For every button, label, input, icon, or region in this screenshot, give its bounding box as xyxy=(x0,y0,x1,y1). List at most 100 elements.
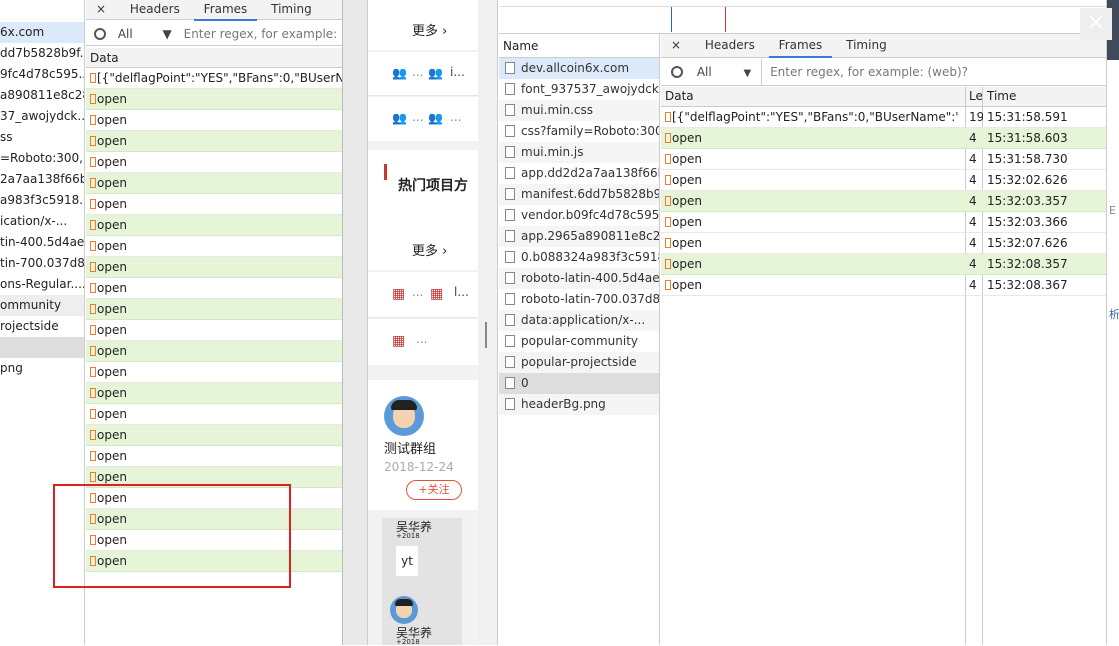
network-request-item[interactable]: roboto-latin-400.5d4ae... xyxy=(499,268,659,289)
frame-row[interactable]: open 4 15:32:03.366 xyxy=(661,212,1106,233)
left-frame-row[interactable]: open xyxy=(86,383,342,404)
close-button[interactable]: × xyxy=(1080,8,1112,40)
left-file-item[interactable]: 2a7aa138f66b... xyxy=(0,169,84,190)
network-request-item[interactable]: data:application/x-... xyxy=(499,310,659,331)
left-frame-row[interactable]: open xyxy=(86,404,342,425)
yt-tile[interactable]: yt xyxy=(396,546,418,576)
filter-all[interactable]: All xyxy=(697,65,712,79)
left-tab-headers[interactable]: Headers xyxy=(120,0,190,19)
tab-timing[interactable]: Timing xyxy=(836,34,897,57)
network-request-item[interactable]: app.2965a890811e8c28... xyxy=(499,226,659,247)
network-request-item[interactable]: popular-projectside xyxy=(499,352,659,373)
network-request-item[interactable]: font_937537_awojydck... xyxy=(499,79,659,100)
left-filter-all[interactable]: All xyxy=(118,27,133,41)
left-file-item[interactable]: ommunity xyxy=(0,295,84,316)
frame-row[interactable]: open 4 15:32:07.626 xyxy=(661,233,1106,254)
filter-regex-input[interactable]: Enter regex, for example: (web)?socket xyxy=(761,59,967,86)
network-request-item[interactable]: 0.b088324a983f3c5918... xyxy=(499,247,659,268)
grid-icon: ▦ xyxy=(392,333,406,349)
frame-direction-icon xyxy=(665,112,671,122)
frame-direction-icon xyxy=(90,178,96,188)
frame-row[interactable]: open 4 15:32:02.626 xyxy=(661,170,1106,191)
more-link-2[interactable]: 更多 › xyxy=(412,240,447,259)
left-frame-row[interactable]: open xyxy=(86,362,342,383)
panel-divider[interactable] xyxy=(342,0,368,645)
left-file-item[interactable]: dd7b5828b9f... xyxy=(0,43,84,64)
dropdown-arrow-icon[interactable]: ▼ xyxy=(744,68,752,79)
left-frame-row[interactable]: open xyxy=(86,299,342,320)
tab-frames[interactable]: Frames xyxy=(768,35,833,58)
left-frame-row[interactable]: [{"delflagPoint":"YES","BFans":0,"BUserN… xyxy=(86,68,342,89)
frame-row[interactable]: open 4 15:32:03.357 xyxy=(661,191,1106,212)
follow-button[interactable]: +关注 xyxy=(406,480,462,500)
network-request-item[interactable]: manifest.6dd7b5828b9f... xyxy=(499,184,659,205)
close-tab-button[interactable]: × xyxy=(661,34,691,57)
left-file-item[interactable]: tin-400.5d4ae... xyxy=(0,232,84,253)
frame-direction-icon xyxy=(90,241,96,251)
frame-row[interactable]: open 4 15:31:58.603 xyxy=(661,128,1106,149)
left-frame-row[interactable]: open xyxy=(86,425,342,446)
resize-handle[interactable] xyxy=(478,0,498,645)
more-link-1[interactable]: 更多 › xyxy=(412,20,447,39)
left-tab-timing[interactable]: Timing xyxy=(261,0,322,19)
left-file-item[interactable]: rojectside xyxy=(0,316,84,337)
left-frame-row[interactable]: open xyxy=(86,341,342,362)
network-request-item[interactable]: css?family=Roboto:300,... xyxy=(499,121,659,142)
left-close-tab-button[interactable]: × xyxy=(86,0,116,19)
left-file-item[interactable]: a890811e8c28... xyxy=(0,85,84,106)
project-row-1[interactable]: ▦ ... ▦ l... xyxy=(368,272,478,318)
left-file-item[interactable]: tin-700.037d8... xyxy=(0,253,84,274)
col-length-header[interactable]: Le xyxy=(969,87,983,106)
item-row-1[interactable]: 👥 ... 👥 i... xyxy=(368,52,478,96)
network-request-item[interactable]: mui.min.css xyxy=(499,100,659,121)
left-file-item[interactable] xyxy=(0,337,84,358)
left-frame-row[interactable]: open xyxy=(86,152,342,173)
frame-row[interactable]: [{"delflagPoint":"YES","BFans":0,"BUserN… xyxy=(661,107,1106,128)
request-name: mui.min.js xyxy=(521,145,584,159)
network-request-item[interactable]: vendor.b09fc4d78c595... xyxy=(499,205,659,226)
left-tab-frames[interactable]: Frames xyxy=(193,0,258,21)
left-frame-row[interactable]: open xyxy=(86,446,342,467)
left-frame-row[interactable]: open xyxy=(86,215,342,236)
tab-headers[interactable]: Headers xyxy=(695,34,765,57)
block-icon[interactable] xyxy=(671,66,683,78)
group-card[interactable]: 测试群组 2018-12-24 +关注 xyxy=(368,380,478,510)
left-file-item[interactable]: 37_awojydck... xyxy=(0,106,84,127)
left-file-item[interactable]: ss xyxy=(0,127,84,148)
network-request-item[interactable]: roboto-latin-700.037d8... xyxy=(499,289,659,310)
left-frame-row[interactable]: open xyxy=(86,320,342,341)
name-column-header: Name xyxy=(499,34,659,58)
network-request-item[interactable]: mui.min.js xyxy=(499,142,659,163)
left-frame-row[interactable]: open xyxy=(86,236,342,257)
network-request-item[interactable]: app.dd2d2a7aa138f66b... xyxy=(499,163,659,184)
network-request-item[interactable]: 0 xyxy=(499,373,659,394)
left-frame-row[interactable]: open xyxy=(86,89,342,110)
network-request-item[interactable]: popular-community xyxy=(499,331,659,352)
frame-direction-icon xyxy=(90,115,96,125)
left-file-item[interactable]: 6x.com xyxy=(0,22,84,43)
network-request-item[interactable]: headerBg.png xyxy=(499,394,659,415)
frame-row[interactable]: open 4 15:32:08.357 xyxy=(661,254,1106,275)
col-time-header[interactable]: Time xyxy=(987,87,1016,106)
left-frame-row[interactable]: open xyxy=(86,257,342,278)
left-file-item[interactable]: ons-Regular.... xyxy=(0,274,84,295)
left-frame-row[interactable]: open xyxy=(86,194,342,215)
item-row-2[interactable]: 👥 ... 👥 ... xyxy=(368,97,478,141)
left-file-item[interactable]: png xyxy=(0,358,84,379)
block-icon[interactable] xyxy=(94,28,106,40)
col-data-header[interactable]: Data xyxy=(665,87,694,106)
left-file-item[interactable]: a983f3c5918... xyxy=(0,190,84,211)
left-file-item[interactable]: ication/x-... xyxy=(0,211,84,232)
project-row-2[interactable]: ▦ ... xyxy=(368,319,478,365)
frame-row[interactable]: open 4 15:31:58.730 xyxy=(661,149,1106,170)
frame-row[interactable]: open 4 15:32:08.367 xyxy=(661,275,1106,296)
left-file-item[interactable]: 9fc4d78c595... xyxy=(0,64,84,85)
network-request-item[interactable]: dev.allcoin6x.com xyxy=(499,58,659,79)
left-file-item[interactable]: =Roboto:300,... xyxy=(0,148,84,169)
left-frame-row[interactable]: open xyxy=(86,110,342,131)
left-frame-row[interactable]: open xyxy=(86,278,342,299)
dropdown-arrow-icon[interactable]: ▼ xyxy=(163,27,172,41)
left-frame-row[interactable]: open xyxy=(86,131,342,152)
left-frame-row[interactable]: open xyxy=(86,173,342,194)
item-dots: ... xyxy=(412,110,424,124)
